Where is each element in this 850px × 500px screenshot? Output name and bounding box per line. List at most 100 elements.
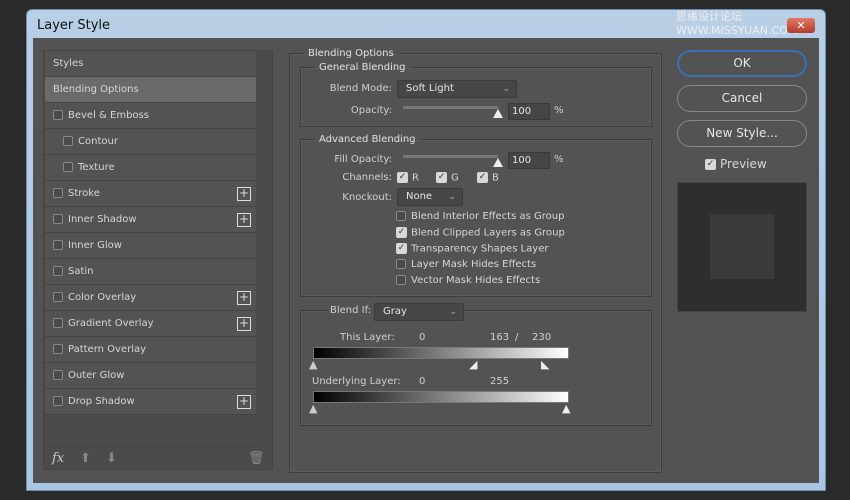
preview-checkbox[interactable]: ✓ Preview [705, 157, 767, 171]
sidebar-item-styles[interactable]: Styles [45, 51, 256, 77]
close-button[interactable]: ✕ [787, 18, 815, 33]
sidebar-item-stroke[interactable]: Stroke + [45, 181, 256, 207]
percent-label: % [554, 154, 564, 165]
sidebar-item-blending-options[interactable]: Blending Options [45, 77, 256, 103]
opacity-input[interactable]: 100 [508, 103, 550, 120]
underlying-layer-low: 0 [419, 376, 426, 387]
fx-icon[interactable]: fx [52, 451, 64, 466]
checkbox [396, 275, 406, 285]
checkbox[interactable] [63, 162, 73, 172]
underlying-low-handle[interactable]: ▲ [309, 402, 317, 415]
add-icon[interactable]: + [237, 395, 251, 409]
sidebar-item-bevel-emboss[interactable]: Bevel & Emboss [45, 103, 256, 129]
underlying-layer-label: Underlying Layer: [312, 376, 401, 387]
item-label: Drop Shadow [68, 396, 135, 407]
knockout-label: Knockout: [342, 192, 392, 203]
checkbox[interactable] [53, 266, 63, 276]
layer-mask-hides-checkbox[interactable]: Layer Mask Hides Effects [396, 259, 536, 270]
knockout-select[interactable]: None ⌄ [397, 188, 463, 206]
item-label: Styles [53, 58, 84, 69]
vector-mask-hides-checkbox[interactable]: Vector Mask Hides Effects [396, 275, 540, 286]
sidebar-item-texture[interactable]: Texture [45, 155, 256, 181]
checkbox[interactable] [53, 292, 63, 302]
blend-interior-checkbox[interactable]: Blend Interior Effects as Group [396, 211, 564, 222]
chevron-down-icon: ⌄ [448, 192, 456, 202]
dialog-title: Layer Style [37, 18, 111, 33]
fill-opacity-input[interactable]: 100 [508, 152, 550, 169]
checkbox-label: Vector Mask Hides Effects [411, 275, 541, 286]
checkbox [396, 211, 406, 221]
add-icon[interactable]: + [237, 291, 251, 305]
underlying-high-handle[interactable]: ▲ [562, 402, 570, 415]
add-icon[interactable]: + [237, 187, 251, 201]
move-down-icon[interactable]: ⬇ [106, 451, 117, 466]
group-title: Advanced Blending [319, 134, 416, 145]
sidebar-item-pattern-overlay[interactable]: Pattern Overlay [45, 337, 256, 363]
item-label: Bevel & Emboss [68, 110, 149, 121]
this-layer-mid: 163 [490, 332, 510, 343]
checkbox-label: Blend Clipped Layers as Group [411, 227, 565, 239]
blend-clipped-checkbox[interactable]: ✓ Blend Clipped Layers as Group [396, 227, 565, 239]
opacity-label: Opacity: [350, 105, 392, 116]
transparency-shapes-checkbox[interactable]: ✓ Transparency Shapes Layer [396, 243, 548, 255]
sidebar-item-inner-shadow[interactable]: Inner Shadow + [45, 207, 256, 233]
this-layer-mid-handle[interactable]: ◢ [469, 358, 477, 371]
checkbox[interactable] [53, 370, 63, 380]
item-label: Stroke [68, 188, 100, 199]
item-label: Gradient Overlay [68, 318, 154, 329]
watermark: 思缘设计论坛 WWW.MISSYUAN.COM [676, 10, 798, 37]
sidebar-item-drop-shadow[interactable]: Drop Shadow + [45, 389, 256, 415]
cancel-button[interactable]: Cancel [677, 85, 807, 112]
sidebar-item-contour[interactable]: Contour [45, 129, 256, 155]
item-label: Texture [78, 162, 115, 173]
this-layer-low: 0 [419, 332, 426, 343]
checkbox[interactable] [53, 318, 63, 328]
opacity-thumb[interactable] [493, 109, 503, 118]
fill-opacity-slider[interactable] [403, 155, 498, 158]
trash-icon[interactable]: 🗑 [248, 451, 265, 466]
fill-opacity-label: Fill Opacity: [334, 154, 392, 165]
add-icon[interactable]: + [237, 317, 251, 331]
checkbox[interactable] [53, 396, 63, 406]
channel-r-checkbox[interactable]: ✓ R [397, 172, 419, 184]
sidebar-item-gradient-overlay[interactable]: Gradient Overlay + [45, 311, 256, 337]
chevron-down-icon: ⌄ [502, 84, 510, 94]
sidebar-item-inner-glow[interactable]: Inner Glow [45, 233, 256, 259]
checkbox[interactable] [53, 240, 63, 250]
item-label: Inner Shadow [68, 214, 137, 225]
ok-button[interactable]: OK [677, 50, 807, 77]
new-style-button[interactable]: New Style... [677, 120, 807, 147]
styles-list: Styles Blending Options Bevel & Emboss C… [43, 50, 273, 470]
this-layer-high-handle[interactable]: ◣ [541, 358, 549, 371]
chevron-down-icon: ⌄ [449, 307, 457, 317]
blend-if-select[interactable]: Gray ⌄ [374, 303, 464, 321]
checkbox[interactable] [53, 110, 63, 120]
opacity-slider[interactable] [403, 106, 498, 109]
add-icon[interactable]: + [237, 213, 251, 227]
fill-opacity-thumb[interactable] [493, 158, 503, 167]
item-label: Satin [68, 266, 94, 277]
blend-if-label: Blend If: [328, 305, 374, 316]
checkbox[interactable] [53, 188, 63, 198]
sidebar-item-color-overlay[interactable]: Color Overlay + [45, 285, 256, 311]
checkbox[interactable] [53, 214, 63, 224]
this-layer-label: This Layer: [340, 332, 395, 343]
select-value: None [406, 191, 433, 202]
move-up-icon[interactable]: ⬆ [80, 451, 91, 466]
checkbox[interactable] [63, 136, 73, 146]
check-icon: ✓ [705, 159, 716, 170]
checkbox[interactable] [53, 344, 63, 354]
channel-b-checkbox[interactable]: ✓ B [477, 172, 499, 184]
sidebar-item-satin[interactable]: Satin [45, 259, 256, 285]
item-label: Blending Options [53, 84, 139, 95]
blend-mode-label: Blend Mode: [329, 83, 392, 94]
blend-mode-select[interactable]: Soft Light ⌄ [397, 80, 517, 98]
checkbox-label: Layer Mask Hides Effects [411, 259, 537, 270]
this-layer-low-handle[interactable]: ▲ [309, 358, 317, 371]
channel-g-checkbox[interactable]: ✓ G [436, 172, 459, 184]
item-label: Outer Glow [68, 370, 125, 381]
select-value: Soft Light [406, 83, 454, 94]
scrollbar[interactable] [256, 51, 272, 445]
sidebar-item-outer-glow[interactable]: Outer Glow [45, 363, 256, 389]
item-label: Inner Glow [68, 240, 122, 251]
